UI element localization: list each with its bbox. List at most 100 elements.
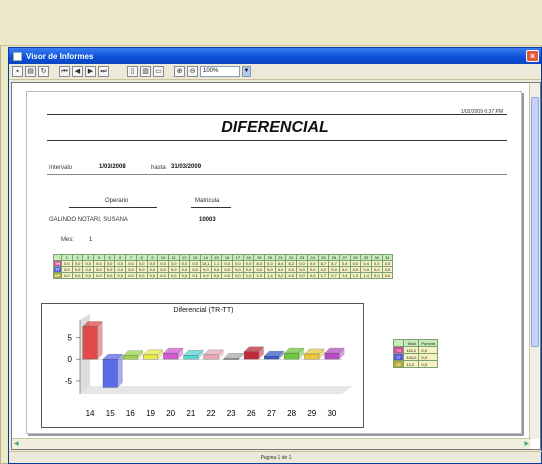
chart-bar (82, 326, 98, 360)
legend-porcent: 0,0 (418, 360, 439, 368)
chart-bar (324, 352, 340, 360)
chart-x-tick-label: 16 (126, 409, 135, 418)
zoom-select[interactable]: 100% (200, 66, 240, 77)
totals-legend-table: Total Porcent TR 116,2 0,0 TT 104,0 0,0 DF 12,2 0,… (392, 339, 439, 368)
page-indicator: Pagina 1 de 1 (260, 454, 292, 461)
diferencial-chart: Diferencial (TR-TT) 5 0 -5 14 15 16 19 20 21 22 23… (41, 303, 364, 428)
chart-x-tick-label: 14 (86, 409, 95, 418)
zoom-out-icon[interactable]: ⊖ (187, 66, 198, 77)
to-date: 31/03/2009 (171, 164, 202, 170)
grid-cell: 0,7 (328, 272, 340, 279)
operator-header: Operario (105, 198, 129, 204)
legend-row: TT 104,0 0,0 (392, 353, 439, 361)
grid-cell: 4,9 (199, 272, 212, 279)
grid-cell: 0,0 (306, 272, 319, 279)
chart-floor (80, 386, 352, 394)
scroll-left-icon[interactable]: ◀ (14, 440, 19, 447)
print-icon[interactable]: ▤ (25, 66, 36, 77)
legend-total: 12,2 (403, 360, 420, 368)
scroll-right-icon[interactable]: ▶ (524, 440, 529, 447)
chart-x-tick-label: 21 (186, 409, 195, 418)
chart-x-tick-label: 28 (287, 409, 296, 418)
legend-row-label: TT (392, 353, 405, 361)
to-label: hasta (151, 165, 166, 171)
report-title: DIFERENCIAL (221, 119, 329, 136)
grid-cell: 0,0 (114, 272, 127, 279)
statusbar: Pagina 1 de 1 (9, 451, 542, 463)
chart-x-tick-label: 22 (207, 409, 216, 418)
divider-interval (47, 174, 507, 175)
grid-cell: 0,0 (167, 272, 180, 279)
prev-page-icon[interactable]: ◀ (72, 66, 83, 77)
chart-y-tick-label: -5 (65, 377, 73, 386)
chart-x-tick-label: 27 (267, 409, 276, 418)
grid-cell: 0,0 (146, 272, 159, 279)
chart-bar (223, 358, 239, 360)
chart-bar (143, 354, 158, 360)
operator-name: GALINDO NOTARI, SUSANA (49, 217, 128, 223)
chart-x-tick-label: 30 (327, 409, 336, 418)
single-page-icon[interactable]: ▯ (127, 66, 138, 77)
grid-row: DF 0,0 0,0 0,0 0,0 0,0 0,0 0,0 0,0 0,0 0,0 0,0 0,0 0,… (53, 272, 394, 279)
page-width-icon[interactable]: ▭ (153, 66, 164, 77)
zoom-in-icon[interactable]: ⊕ (174, 66, 185, 77)
chart-bar-side (97, 321, 103, 360)
window-title: Visor de Informes (26, 51, 94, 61)
legend-row: DF 12,2 0,0 (392, 360, 439, 368)
chart-y-tick-label: 5 (68, 333, 73, 342)
grid-cell: 0,0 (381, 272, 394, 279)
chart-svg: 5 0 -5 14 15 16 19 20 21 22 23 26 27 28 29 30 (65, 314, 352, 418)
legend-porcent: 0,0 (418, 353, 439, 361)
chart-bar (304, 353, 320, 360)
matricula-value: 10003 (199, 217, 216, 223)
grid-cell: 0,1 (189, 272, 201, 279)
titlebar: Visor de Informes (9, 48, 541, 64)
chevron-down-icon[interactable]: ▼ (242, 66, 251, 77)
grid-cell: 0,0 (178, 272, 191, 279)
multi-page-icon[interactable]: ▥ (140, 66, 151, 77)
grid-cell: 0,0 (370, 272, 383, 279)
grid-cell: 0,0 (221, 272, 233, 279)
grid-cell: 0,0 (157, 272, 169, 279)
refresh-icon[interactable]: ↻ (38, 66, 49, 77)
legend-corner-cell (392, 339, 405, 347)
daily-grid-table: 1 2 3 4 5 6 7 8 9 10 11 12 13 14 15 16 17 18 19 20 21 22 23 24 2… (53, 254, 394, 279)
grid-cell: 1,4 (264, 272, 276, 279)
chart-bar (203, 354, 219, 360)
operator-underline (69, 207, 157, 208)
legend-total: 104,0 (403, 353, 420, 361)
chart-bar (284, 352, 300, 360)
chart-x-tick-label: 19 (146, 409, 155, 418)
toolbar: ▪ ▤ ↻ ⏮ ◀ ▶ ⏭ ▯ ▥ ▭ ⊕ ⊖ 100% ▼ (9, 64, 541, 80)
legend-row-label: DF (392, 360, 405, 368)
save-icon[interactable]: ▪ (12, 66, 23, 77)
legend-total: 116,2 (403, 346, 420, 354)
grid-cell: 0,0 (125, 272, 137, 279)
chart-x-tick-label: 15 (106, 409, 115, 418)
first-page-icon[interactable]: ⏮ (59, 66, 70, 77)
grid-cell: 1,2 (349, 272, 362, 279)
chart-x-tick-label: 26 (247, 409, 256, 418)
legend-row-label: TR (392, 346, 405, 354)
chart-bar (122, 355, 138, 360)
legend-header: Porcent (418, 339, 439, 347)
month-label: Mes: (61, 237, 75, 243)
legend-header: Total (403, 339, 420, 347)
next-page-icon[interactable]: ▶ (85, 66, 96, 77)
report-viewport: 1/02/2009 6:37 PM DIFERENCIAL Intervalo … (11, 82, 541, 450)
from-date: 1/03/2008 (99, 164, 126, 170)
vertical-scroll-thumb[interactable] (531, 97, 539, 347)
vertical-scrollbar[interactable] (529, 83, 540, 439)
interval-label: Intervalo (49, 165, 73, 171)
last-page-icon[interactable]: ⏭ (98, 66, 109, 77)
chart-bar-side (117, 353, 123, 388)
horizontal-scrollbar[interactable]: ◀ ▶ (12, 438, 531, 449)
legend-porcent: 0,0 (418, 346, 439, 354)
chart-y-tick-label: 0 (68, 355, 73, 364)
grid-row-label: DF (53, 272, 62, 279)
top-banner (0, 0, 542, 46)
close-button[interactable]: × (526, 50, 539, 62)
grid-cell: 0,0 (296, 272, 308, 279)
grid-cell: 0,0 (210, 272, 223, 279)
grid-cell: 0,0 (285, 272, 298, 279)
